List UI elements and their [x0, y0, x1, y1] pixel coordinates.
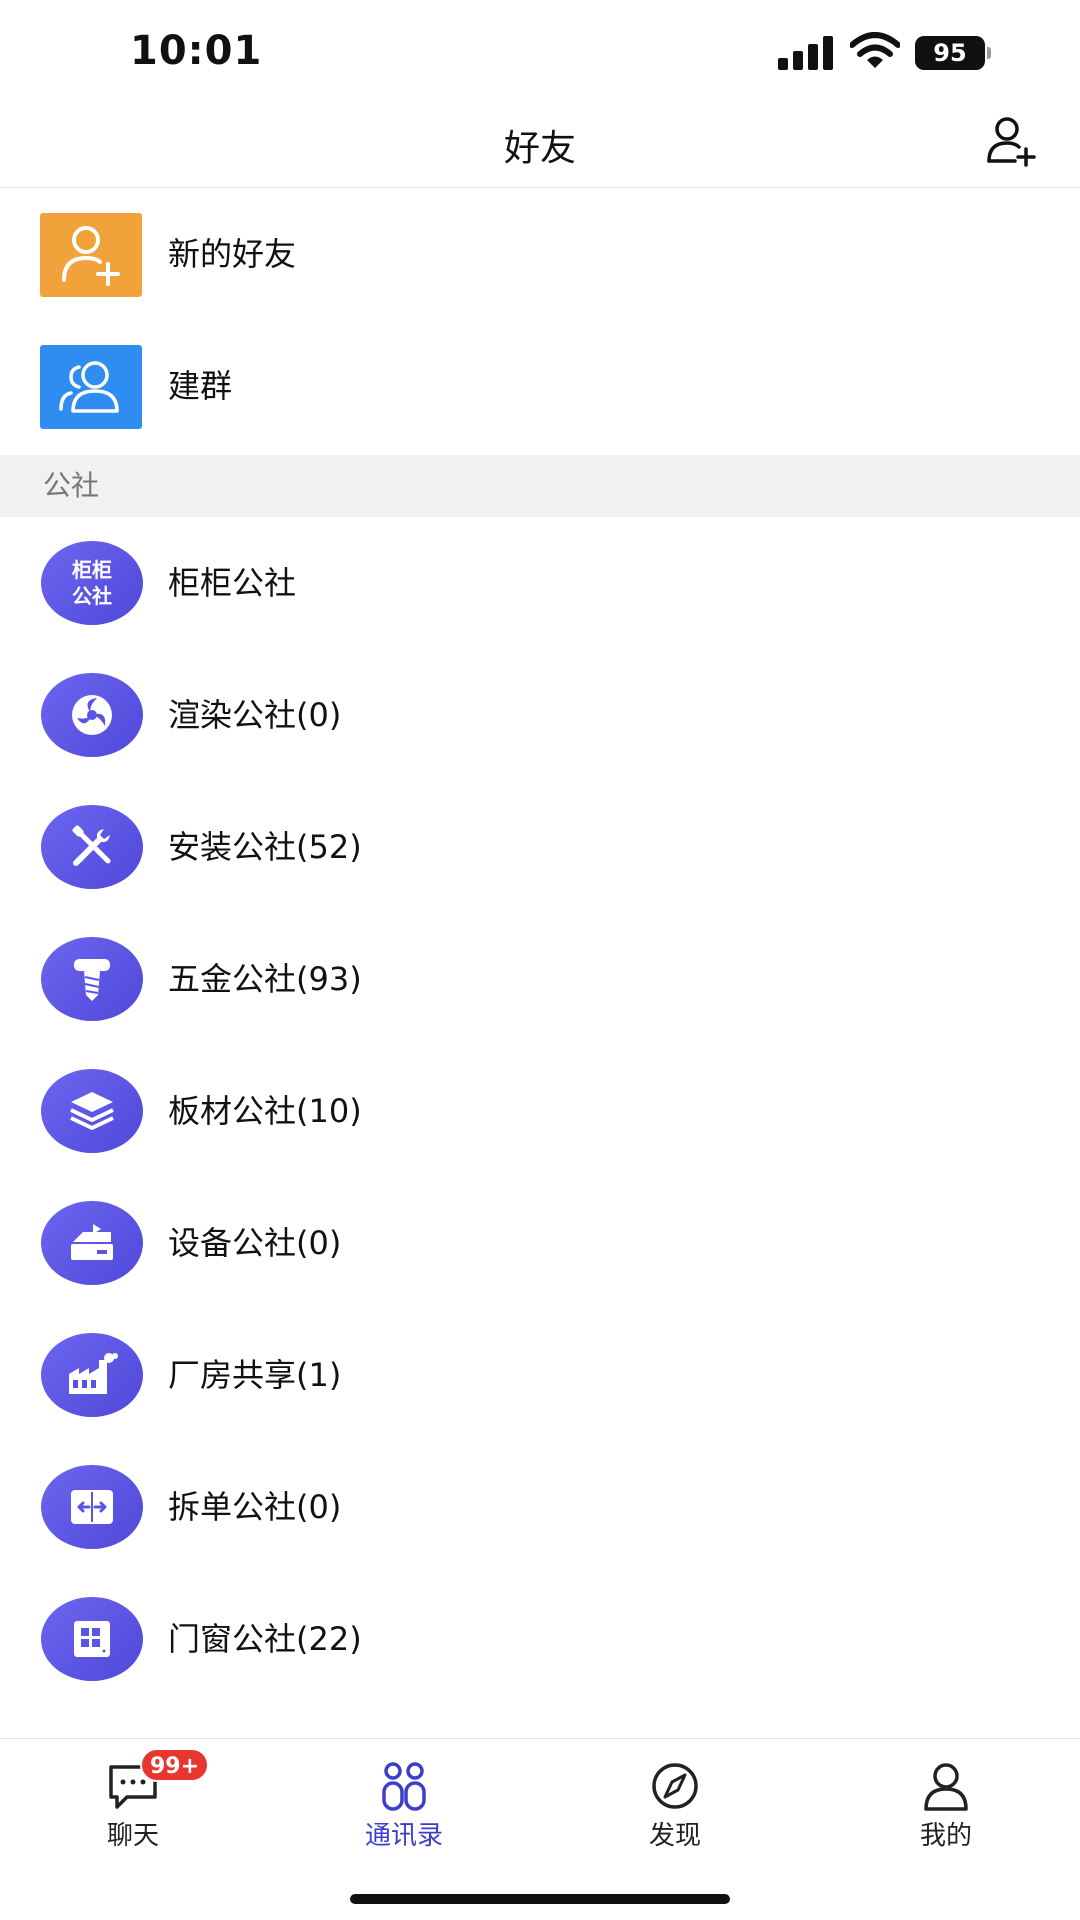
tab-chat-label: 聊天 [106, 1821, 159, 1851]
contacts-icon [382, 1762, 426, 1811]
group-label: 板材公社(10) [168, 1092, 362, 1130]
group-item[interactable]: 设备公社(0) [0, 1177, 1080, 1309]
group-item[interactable]: 五金公社(93) [0, 913, 1080, 1045]
machine-icon [41, 1201, 143, 1285]
create-group-row[interactable]: 建群 [0, 320, 1080, 452]
tab-profile-label: 我的 [919, 1821, 972, 1851]
group-label: 五金公社(93) [168, 960, 362, 998]
profile-icon [924, 1763, 968, 1811]
factory-icon [41, 1333, 143, 1417]
chat-unread-badge: 99+ [140, 1748, 210, 1782]
compass-icon [652, 1763, 698, 1809]
signal-icon [778, 36, 833, 70]
status-bar: 10:01 95 [0, 0, 1080, 105]
home-indicator[interactable] [350, 1894, 730, 1904]
group-avatar: 柜柜 公社 [41, 541, 143, 625]
status-time: 10:01 [130, 28, 263, 74]
section-header: 公社 [0, 455, 1080, 517]
person-add-icon [40, 213, 142, 297]
new-friends-row[interactable]: 新的好友 [0, 188, 1080, 320]
group-label: 拆单公社(0) [168, 1488, 342, 1526]
tab-discover-label: 发现 [648, 1821, 701, 1851]
group-label: 柜柜公社 [168, 564, 297, 602]
battery-level: 95 [915, 36, 985, 70]
tab-profile[interactable]: 我的 [861, 1751, 1031, 1861]
group-icon [40, 345, 142, 429]
split-icon [41, 1465, 143, 1549]
group-item[interactable]: 拆单公社(0) [0, 1441, 1080, 1573]
battery-icon: 95 [915, 36, 991, 70]
group-item[interactable]: 柜柜 公社 柜柜公社 [0, 517, 1080, 649]
wifi-icon [850, 32, 900, 68]
swirl-icon [41, 673, 143, 757]
group-label: 厂房共享(1) [168, 1356, 342, 1394]
group-item[interactable]: 安装公社(52) [0, 781, 1080, 913]
add-friend-button[interactable] [985, 115, 1037, 167]
group-label: 安装公社(52) [168, 828, 362, 866]
screw-icon [41, 937, 143, 1021]
section-title: 公社 [43, 469, 100, 502]
tab-contacts-label: 通讯录 [364, 1821, 443, 1851]
new-friends-label: 新的好友 [168, 235, 297, 273]
group-label: 设备公社(0) [168, 1224, 342, 1262]
group-item[interactable]: 板材公社(10) [0, 1045, 1080, 1177]
group-item[interactable]: 厂房共享(1) [0, 1309, 1080, 1441]
layers-icon [41, 1069, 143, 1153]
group-label: 门窗公社(22) [168, 1620, 362, 1658]
group-item[interactable]: 门窗公社(22) [0, 1573, 1080, 1705]
tools-icon [41, 805, 143, 889]
page-title: 好友 [503, 128, 576, 169]
tab-contacts[interactable]: 通讯录 [319, 1751, 489, 1861]
window-icon [41, 1597, 143, 1681]
tab-discover[interactable]: 发现 [590, 1751, 760, 1861]
group-label: 渲染公社(0) [168, 696, 342, 734]
create-group-label: 建群 [168, 367, 233, 405]
group-item[interactable]: 渲染公社(0) [0, 649, 1080, 781]
nav-header: 好友 [0, 105, 1080, 188]
